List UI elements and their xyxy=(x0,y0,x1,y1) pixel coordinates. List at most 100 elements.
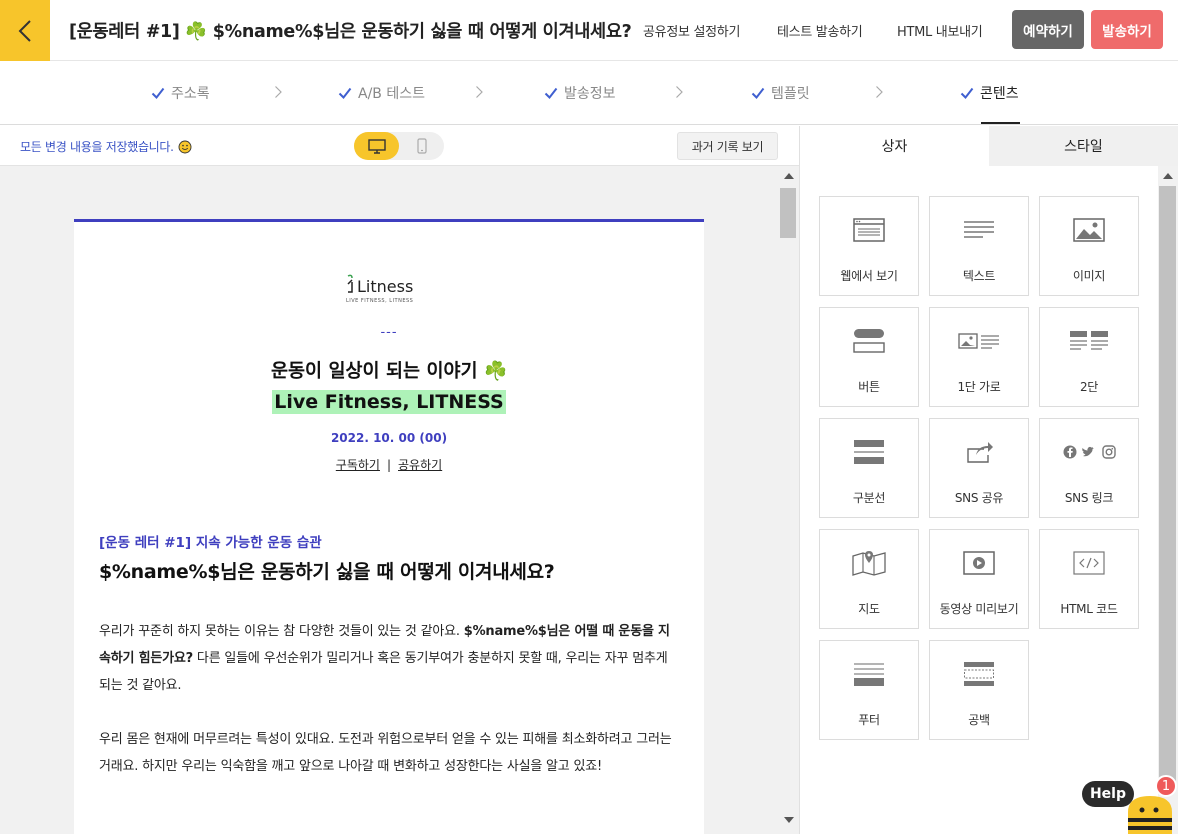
back-button[interactable] xyxy=(0,0,50,61)
chevron-right-icon xyxy=(476,86,483,98)
article-title: $%name%$님은 운동하기 싫을 때 어떻게 이겨내세요? xyxy=(99,561,555,583)
history-button[interactable]: 과거 기록 보기 xyxy=(677,132,778,160)
paragraph-2: 우리 몸은 현재에 머무르려는 특성이 있대요. 도전과 위험으로부터 얻을 수… xyxy=(99,732,672,774)
social-links-icon xyxy=(1063,445,1116,459)
block-one-column-row[interactable]: 1단 가로 xyxy=(929,307,1029,407)
reserve-button[interactable]: 예약하기 xyxy=(1012,10,1084,49)
step-ab-test[interactable]: A/B 테스트 xyxy=(338,83,425,103)
chevron-right-icon xyxy=(876,86,883,98)
mobile-icon xyxy=(416,138,427,154)
device-toggle xyxy=(354,132,444,160)
desktop-view-button[interactable] xyxy=(354,132,399,160)
logo-wordmark: Litness xyxy=(357,277,413,296)
check-icon xyxy=(151,87,165,100)
block-button[interactable]: 버튼 xyxy=(819,307,919,407)
block-image[interactable]: 이미지 xyxy=(1039,196,1139,296)
canvas-scrollbar[interactable] xyxy=(779,166,799,834)
share-link[interactable]: 공유하기 xyxy=(398,458,442,472)
block-label: 지도 xyxy=(858,602,880,616)
block-label: 이미지 xyxy=(1072,269,1106,283)
block-label: 텍스트 xyxy=(962,269,996,283)
active-step-underline xyxy=(981,122,1020,124)
step-navigation: 주소록 A/B 테스트 발송정보 템플릿 콘텐츠 xyxy=(0,61,1178,125)
block-map[interactable]: 지도 xyxy=(819,529,919,629)
share-settings-link[interactable]: 공유정보 설정하기 xyxy=(643,21,740,40)
block-label: SNS 링크 xyxy=(1064,491,1114,505)
step-label: 주소록 xyxy=(171,86,210,102)
share-icon xyxy=(967,442,993,463)
check-icon xyxy=(544,87,558,100)
panel-scrollbar[interactable] xyxy=(1158,166,1178,834)
spacer-icon xyxy=(964,662,994,686)
block-divider[interactable]: 구분선 xyxy=(819,418,919,518)
text-lines-icon xyxy=(964,221,994,238)
email-links: 구독하기 | 공유하기 xyxy=(74,456,704,473)
block-two-column[interactable]: 2단 xyxy=(1039,307,1139,407)
dash-divider: --- xyxy=(380,325,398,340)
html-export-link[interactable]: HTML 내보내기 xyxy=(897,21,983,40)
block-label: 버튼 xyxy=(858,380,880,394)
block-label: 공백 xyxy=(968,713,990,727)
notification-badge: 1 xyxy=(1155,775,1177,797)
step-label: 발송정보 xyxy=(564,86,616,102)
step-template[interactable]: 템플릿 xyxy=(751,83,810,103)
step-send-info[interactable]: 발송정보 xyxy=(544,83,616,103)
block-label: 2단 xyxy=(1079,380,1099,394)
mobile-view-button[interactable] xyxy=(399,132,444,160)
video-icon xyxy=(963,551,995,575)
block-label: 푸터 xyxy=(858,713,880,727)
block-text[interactable]: 텍스트 xyxy=(929,196,1029,296)
block-label: SNS 공유 xyxy=(954,491,1004,505)
check-icon xyxy=(960,87,974,100)
block-spacer[interactable]: 공백 xyxy=(929,640,1029,740)
subscribe-link[interactable]: 구독하기 xyxy=(336,458,380,472)
check-icon xyxy=(751,87,765,100)
chevron-right-icon xyxy=(275,86,282,98)
email-preview: Litness LIVE FITNESS, LITNESS --- 운동이 일상… xyxy=(74,219,704,834)
page-title: [운동레터 #1] ☘️ $%name%$님은 운동하기 싫을 때 어떻게 이겨… xyxy=(69,22,632,42)
block-footer[interactable]: 푸터 xyxy=(819,640,919,740)
subheadline-wrap: Live Fitness, LITNESS xyxy=(74,390,704,414)
tab-style[interactable]: 스타일 xyxy=(989,126,1178,166)
desktop-icon xyxy=(367,138,386,154)
chevron-right-icon xyxy=(676,86,683,98)
link-separator: | xyxy=(386,458,392,472)
paragraph-text: 우리가 꾸준히 하지 못하는 이유는 참 다양한 것들이 있는 것 같아요. xyxy=(99,624,464,639)
scroll-up-arrow-icon[interactable] xyxy=(1163,173,1173,179)
series-label: [운동 레터 #1] 지속 가능한 운동 습관 xyxy=(99,535,322,551)
block-video-preview[interactable]: 동영상 미리보기 xyxy=(929,529,1029,629)
block-web-view[interactable]: 웹에서 보기 xyxy=(819,196,919,296)
tab-blocks[interactable]: 상자 xyxy=(800,126,989,166)
scroll-down-arrow-icon[interactable] xyxy=(784,817,794,823)
top-bar: [운동레터 #1] ☘️ $%name%$님은 운동하기 싫을 때 어떻게 이겨… xyxy=(0,0,1178,61)
image-icon xyxy=(1073,218,1105,242)
logo-tagline: LIVE FITNESS, LITNESS xyxy=(346,298,413,304)
scroll-thumb[interactable] xyxy=(1159,186,1176,786)
logo: Litness LIVE FITNESS, LITNESS xyxy=(74,272,704,306)
email-date: 2022. 10. 00 (00) xyxy=(330,431,448,445)
block-label: HTML 코드 xyxy=(1060,602,1118,616)
block-sns-link[interactable]: SNS 링크 xyxy=(1039,418,1139,518)
send-button[interactable]: 발송하기 xyxy=(1091,10,1163,49)
block-sns-share[interactable]: SNS 공유 xyxy=(929,418,1029,518)
one-column-row-icon xyxy=(958,333,999,349)
step-address-book[interactable]: 주소록 xyxy=(151,83,210,103)
block-label: 1단 가로 xyxy=(957,380,1001,394)
scroll-thumb[interactable] xyxy=(780,188,796,238)
block-html-code[interactable]: HTML 코드 xyxy=(1039,529,1139,629)
chevron-left-icon xyxy=(18,19,31,42)
divider-icon xyxy=(854,440,884,464)
two-column-icon xyxy=(1070,331,1108,350)
block-label: 웹에서 보기 xyxy=(840,269,898,283)
test-send-link[interactable]: 테스트 발송하기 xyxy=(777,21,863,40)
save-status-text: 모든 변경 내용을 저장했습니다. xyxy=(20,140,174,154)
email-canvas: Litness LIVE FITNESS, LITNESS --- 운동이 일상… xyxy=(0,166,779,834)
litness-logo-icon: Litness LIVE FITNESS, LITNESS xyxy=(346,274,413,304)
html-code-icon xyxy=(1073,551,1105,575)
button-icon xyxy=(853,329,885,353)
step-contents[interactable]: 콘텐츠 xyxy=(960,83,1019,103)
save-status: 모든 변경 내용을 저장했습니다. xyxy=(20,138,192,155)
scroll-up-arrow-icon[interactable] xyxy=(784,173,794,179)
block-label: 동영상 미리보기 xyxy=(939,602,1019,616)
browser-icon xyxy=(853,218,885,242)
